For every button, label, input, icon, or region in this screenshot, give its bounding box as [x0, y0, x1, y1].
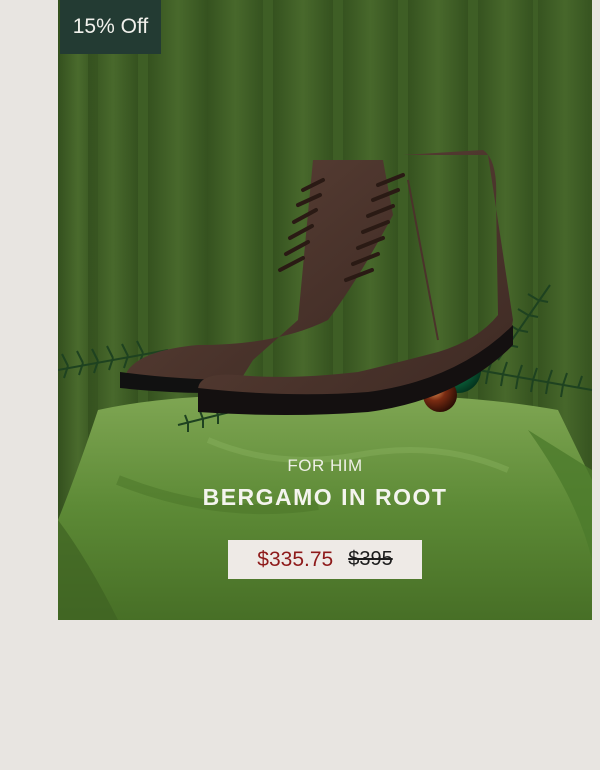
- product-category: FOR HIM: [287, 456, 363, 475]
- product-image[interactable]: [58, 0, 592, 620]
- discount-badge: 15% Off: [60, 0, 161, 54]
- price-box: $335.75 $395: [228, 540, 422, 579]
- original-price: $395: [348, 548, 393, 570]
- product-card[interactable]: 15% Off FOR HIM BERGAMO IN ROOT $335.75 …: [58, 0, 592, 620]
- sale-price: $335.75: [257, 547, 334, 571]
- product-name[interactable]: BERGAMO IN ROOT: [58, 484, 592, 511]
